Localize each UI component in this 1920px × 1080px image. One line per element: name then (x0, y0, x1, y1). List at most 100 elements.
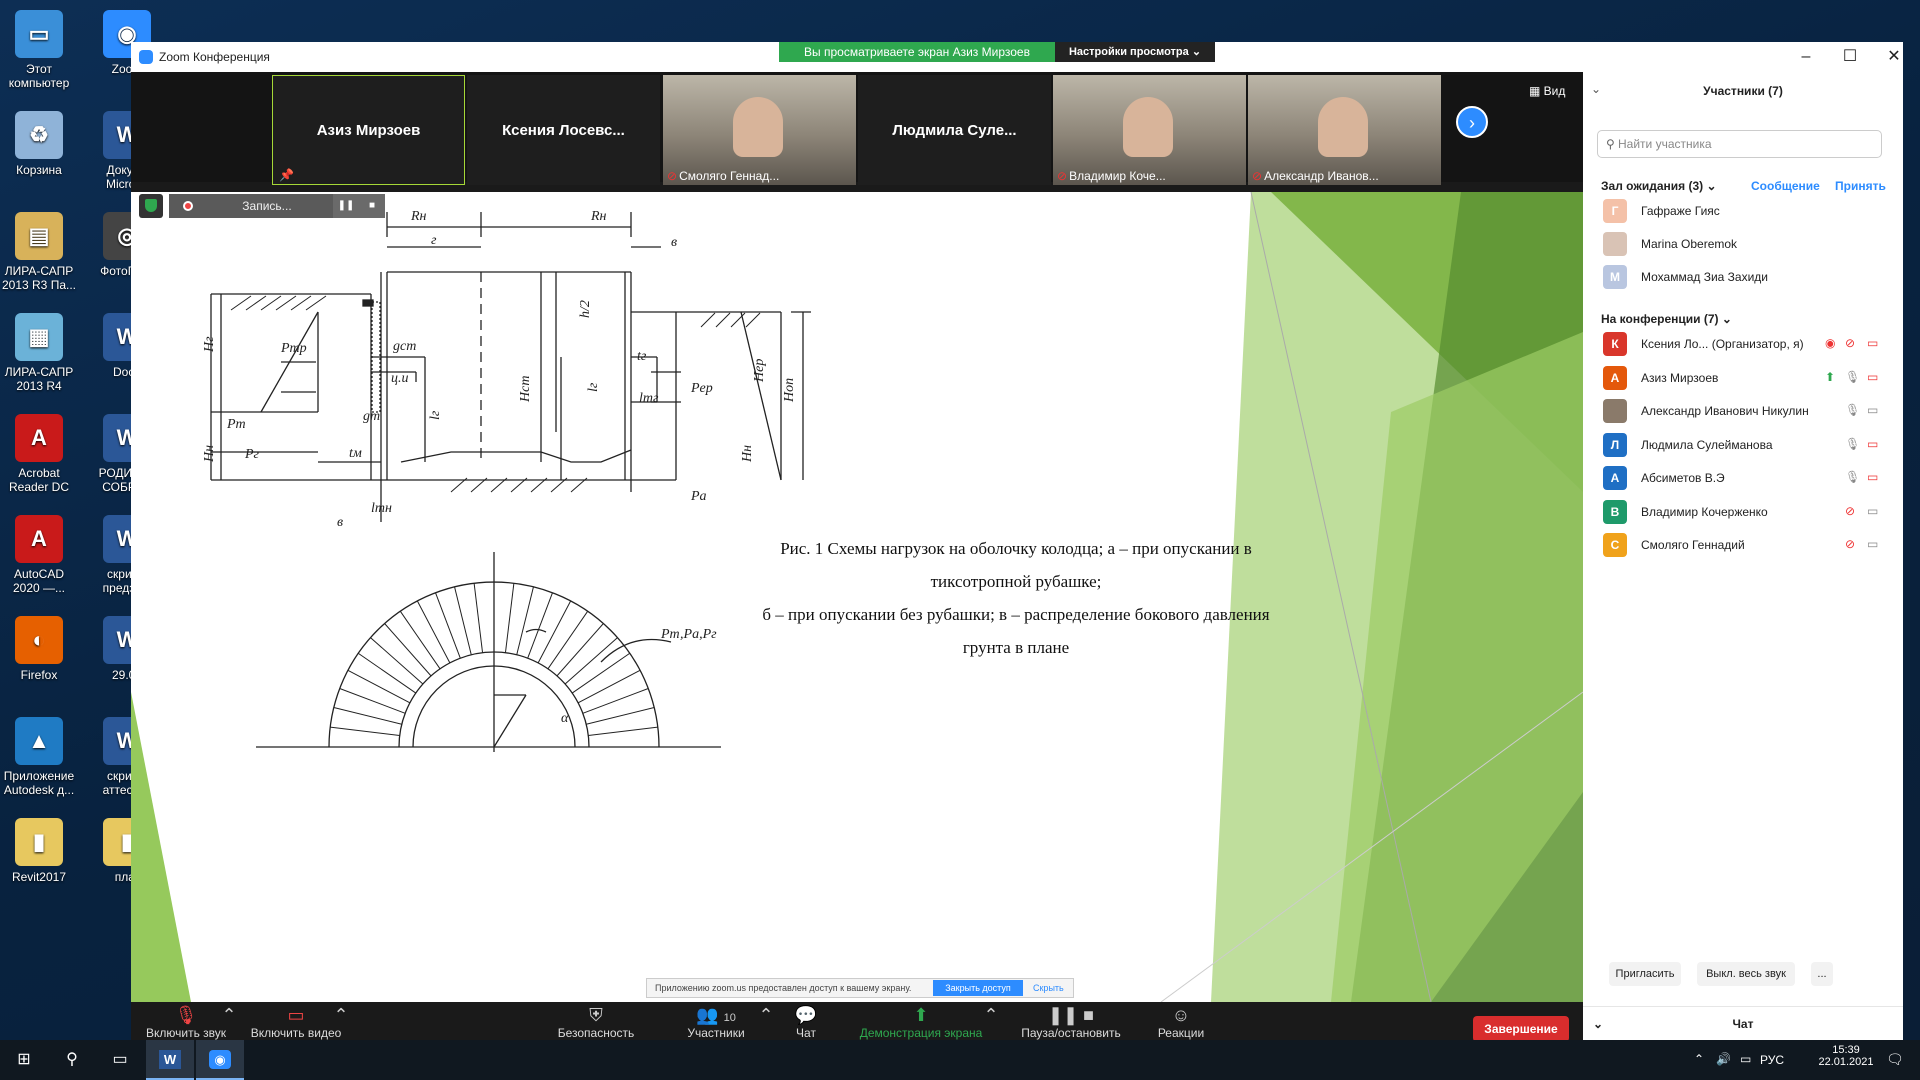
participant-row[interactable]: Л Людмила Сулейманова 🎙 ▭ (1597, 431, 1897, 461)
people-icon: 👥 (696, 1005, 719, 1025)
desktop-icon[interactable]: A Acrobat Reader DC (0, 414, 78, 494)
zoom-taskbar-icon[interactable]: ◉ (196, 1040, 244, 1080)
person-silhouette (733, 97, 783, 157)
participant-thumbnail[interactable]: Ксения Лосевс... (467, 75, 660, 185)
participant-thumbnail[interactable]: Людмила Суле... (858, 75, 1051, 185)
participant-search-input[interactable]: ⚲ Найти участника (1597, 130, 1882, 158)
pressure-ray (571, 652, 631, 694)
chat-button[interactable]: 💬 Чат (776, 1004, 836, 1040)
mute-all-button[interactable]: Выкл. весь звук (1697, 962, 1795, 986)
participant-row[interactable]: А Азиз Мирзоев ⬆ 🎙 ▭ (1597, 364, 1897, 394)
video-thumbnail-strip: Азиз Мирзоев 📌 Ксения Лосевс... ⊘ Смоляго Ге… (131, 72, 1583, 185)
pin-icon: 📌 (279, 168, 294, 182)
avatar: В (1603, 499, 1627, 524)
participant-name: Гафраже Гияс (1641, 204, 1720, 218)
share-label: Демонстрация экрана (859, 1026, 983, 1040)
share-screen-button[interactable]: ⬆ Демонстрация экрана (856, 1004, 986, 1040)
label-rn-right: Rн (590, 209, 607, 224)
participant-thumbnail[interactable]: ⊘ Смоляго Геннад... (663, 75, 856, 185)
waiting-room-title[interactable]: Зал ожидания (3) ⌄ (1601, 179, 1717, 193)
minimize-icon[interactable]: – (1791, 48, 1821, 66)
waiting-participant-row[interactable]: М Мохаммад Зиа Захиди (1597, 263, 1897, 293)
pressure-ray (527, 592, 553, 659)
reactions-button[interactable]: ☺ Реакции (1146, 1004, 1216, 1040)
in-meeting-title[interactable]: На конференции (7) ⌄ (1601, 312, 1732, 326)
label-lg: lг (428, 410, 443, 420)
stop-access-button[interactable]: Закрыть доступ (933, 980, 1023, 996)
video-options-icon[interactable]: ⌃ (331, 1004, 351, 1026)
desktop-icon[interactable]: ▮ Revit2017 (0, 818, 78, 884)
word-taskbar-icon[interactable]: W (146, 1040, 194, 1080)
close-icon[interactable]: ✕ (1879, 48, 1909, 66)
clock-date: 22.01.2021 (1818, 1056, 1874, 1068)
unmute-button[interactable]: 🎙 Включить звук (141, 1004, 231, 1040)
participant-name: Ксения Ло... (Организатор, я) (1641, 337, 1804, 351)
more-options-button[interactable]: ... (1811, 962, 1833, 986)
desktop-icon[interactable]: ◐ Firefox (0, 616, 78, 682)
thumbnail-caption-text: Александр Иванов... (1264, 169, 1379, 183)
next-page-icon[interactable]: › (1456, 106, 1488, 138)
tray-arrow-icon[interactable]: ⌃ (1694, 1052, 1704, 1066)
participant-name: Людмила Сулейманова (1641, 437, 1773, 452)
zoom-logo-icon (139, 50, 153, 64)
participant-row[interactable]: В Владимир Кочерженко ⊘ ▭ (1597, 498, 1897, 528)
security-button[interactable]: ⛨ Безопасность (551, 1004, 641, 1040)
audio-options-icon[interactable]: ⌃ (219, 1004, 239, 1026)
chat-section[interactable]: ⌄ Чат (1583, 1006, 1903, 1042)
participants-button[interactable]: 👥 10 Участники (671, 1004, 761, 1040)
waiting-participant-row[interactable]: Г Гафраже Гияс (1597, 197, 1897, 227)
participant-name: Александр Иванович Никулин (1641, 404, 1809, 418)
end-meeting-button[interactable]: Завершение (1473, 1016, 1569, 1042)
caption-line-1: Рис. 1 Схемы нагрузок на оболочку колодц… (780, 539, 1252, 558)
label-hn: Hн (202, 445, 217, 463)
task-view-icon[interactable]: ▭ (96, 1040, 144, 1080)
drawing-labels: Rн Rн г в Hг Pтр Pт Pг Hн gст ц.и lг gт … (202, 209, 797, 726)
language-indicator[interactable]: РУС (1760, 1053, 1784, 1067)
desktop-icon[interactable]: ▤ ЛИРА-САПР 2013 R3 Па... (0, 212, 78, 292)
person-silhouette (1123, 97, 1173, 157)
clock[interactable]: 15:39 22.01.2021 (1816, 1044, 1876, 1068)
desktop-icon[interactable]: ▲ Приложение Autodesk д... (0, 717, 78, 797)
participant-thumbnail[interactable]: ⊘ Александр Иванов... (1248, 75, 1441, 185)
pause-recording-icon[interactable]: ❚❚ (333, 194, 359, 218)
label-hst: Hст (518, 376, 533, 403)
recording-bar: Запись... ❚❚ ■ (139, 194, 385, 218)
stop-recording-icon[interactable]: ■ (359, 194, 385, 218)
desktop-icon[interactable]: ▭ Этот компьютер (0, 10, 78, 90)
participant-thumbnail[interactable]: Азиз Мирзоев 📌 (272, 75, 465, 185)
maximize-icon[interactable]: ☐ (1835, 48, 1865, 66)
desktop-icon[interactable]: A AutoCAD 2020 —... (0, 515, 78, 595)
search-taskbar-icon[interactable]: ⚲ (48, 1040, 96, 1080)
recording-icon: ◉ (1825, 336, 1836, 350)
collapse-chat-icon[interactable]: ⌄ (1593, 1007, 1603, 1041)
invite-button[interactable]: Пригласить (1609, 962, 1681, 986)
message-waiting-link[interactable]: Сообщение (1751, 179, 1820, 193)
admit-all-link[interactable]: Принять (1835, 179, 1886, 193)
participant-row[interactable]: К Ксения Ло... (Организатор, я) ◉ ⊘ ▭ (1597, 330, 1897, 360)
desktop-icon-label: Приложение Autodesk д... (3, 769, 75, 797)
participant-row[interactable]: С Смоляго Геннадий ⊘ ▭ (1597, 531, 1897, 561)
hide-link[interactable]: Скрыть (1033, 979, 1064, 997)
screen-access-bar: Приложению zoom.us предоставлен доступ к… (646, 978, 1074, 998)
desktop-icon-label: Revit2017 (11, 870, 67, 884)
share-options-icon[interactable]: ⌃ (981, 1004, 1001, 1026)
label-tg: tг (637, 349, 647, 364)
view-button[interactable]: ▦ Вид (1529, 84, 1565, 98)
volume-icon[interactable]: 🔊 (1716, 1052, 1731, 1066)
mic-icon: 🎙 (1845, 403, 1861, 417)
waiting-participant-row[interactable]: Marina Oberemok (1597, 230, 1897, 260)
view-options-button[interactable]: Настройки просмотра ⌄ (1055, 42, 1215, 62)
notifications-icon[interactable]: 🗨 (1886, 1051, 1904, 1068)
thumbnail-caption-text: Владимир Коче... (1069, 169, 1166, 183)
thumbnail-name: Азиз Мирзоев (316, 121, 421, 139)
avatar: К (1603, 332, 1627, 356)
participant-row[interactable]: Александр Иванович Никулин 🎙 ▭ (1597, 397, 1897, 427)
windows-start-icon[interactable]: ⊞ (0, 1040, 48, 1080)
recording-dot-icon (183, 201, 193, 211)
participant-row[interactable]: А Абсиметов В.Э 🎙 ▭ (1597, 464, 1897, 494)
participant-thumbnail[interactable]: ⊘ Владимир Коче... (1053, 75, 1246, 185)
network-icon[interactable]: ▭ (1740, 1052, 1751, 1066)
desktop-icon[interactable]: ♻ Корзина (0, 111, 78, 177)
desktop-icon[interactable]: ▦ ЛИРА-САПР 2013 R4 (0, 313, 78, 393)
participants-options-icon[interactable]: ⌃ (756, 1004, 776, 1026)
